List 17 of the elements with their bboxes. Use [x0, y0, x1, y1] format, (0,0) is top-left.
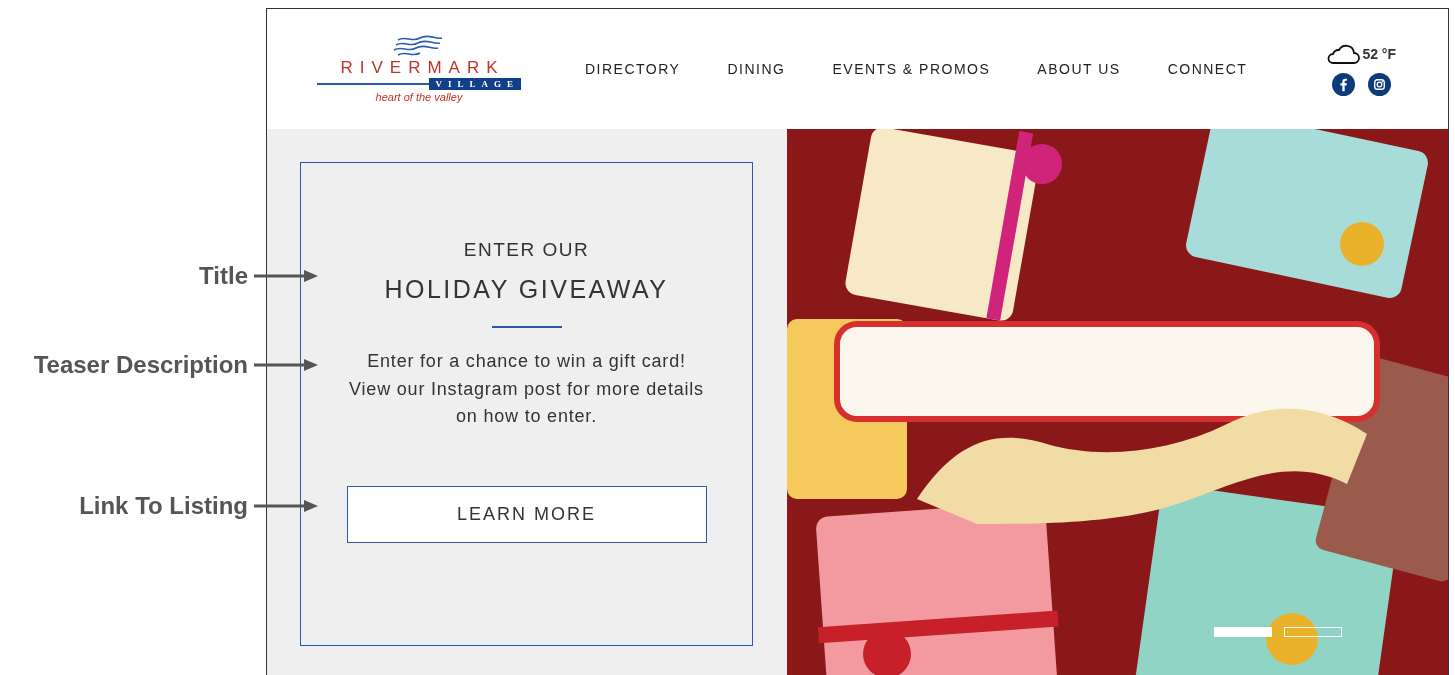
logo-tagline: heart of the valley [375, 89, 463, 105]
logo-subtitle: VILLAGE [429, 77, 521, 90]
logo-name: RIVERMARK [340, 57, 505, 78]
temperature: 52 °F [1362, 45, 1396, 62]
annotation-label: Teaser Description [33, 351, 248, 379]
nav-link[interactable]: EVENTS & PROMOS [832, 61, 991, 77]
nav-link[interactable]: CONNECT [1167, 61, 1248, 77]
promo-title: HOLIDAY GIVEAWAY [384, 275, 669, 304]
nav-link[interactable]: DINING [727, 61, 786, 77]
nav-link[interactable]: ABOUT US [1037, 61, 1121, 77]
annotation-label: Title [199, 262, 248, 290]
promo-eyebrow: ENTER OUR [463, 239, 590, 261]
nav-link[interactable]: DIRECTORY [585, 61, 681, 77]
learn-more-button[interactable]: LEARN MORE [346, 485, 707, 543]
logo[interactable]: RIVERMARK VILLAGE heart of the valley [317, 33, 521, 105]
promo-description: Enter for a chance to win a gift card! View our Instagram post for more details on how to enter. [348, 350, 705, 428]
annotation-label: Link To Listing [79, 492, 248, 520]
